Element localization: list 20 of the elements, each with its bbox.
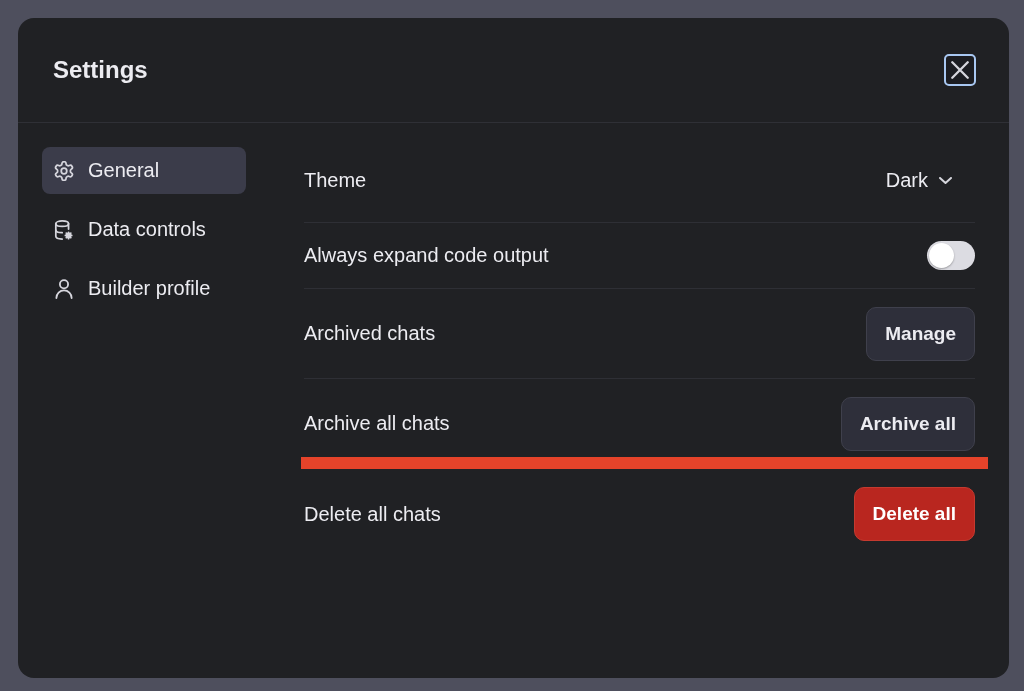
database-gear-icon [54, 219, 74, 240]
setting-label: Archive all chats [304, 412, 450, 435]
close-icon [951, 61, 969, 79]
chevron-down-icon [939, 177, 952, 184]
sidebar-item[interactable]: Data controls [42, 206, 246, 253]
gear-icon [54, 160, 74, 181]
setting-label: Archived chats [304, 322, 436, 345]
person-icon [54, 278, 74, 299]
close-button[interactable] [944, 54, 976, 86]
setting-label: Delete all chats [304, 502, 441, 526]
action-button[interactable]: Manage [866, 306, 975, 361]
sidebar-item[interactable]: Builder profile [42, 265, 246, 312]
toggle-switch[interactable] [927, 241, 975, 270]
setting-label: Always expand code output [304, 244, 549, 267]
setting-label: Theme [304, 169, 367, 192]
sidebar-item[interactable]: General [42, 147, 246, 194]
dialog-title: Settings [53, 56, 148, 84]
theme-dropdown[interactable]: Dark [885, 169, 952, 192]
action-button[interactable]: Archive all [840, 396, 975, 451]
delete-button[interactable]: Delete all [853, 487, 975, 541]
